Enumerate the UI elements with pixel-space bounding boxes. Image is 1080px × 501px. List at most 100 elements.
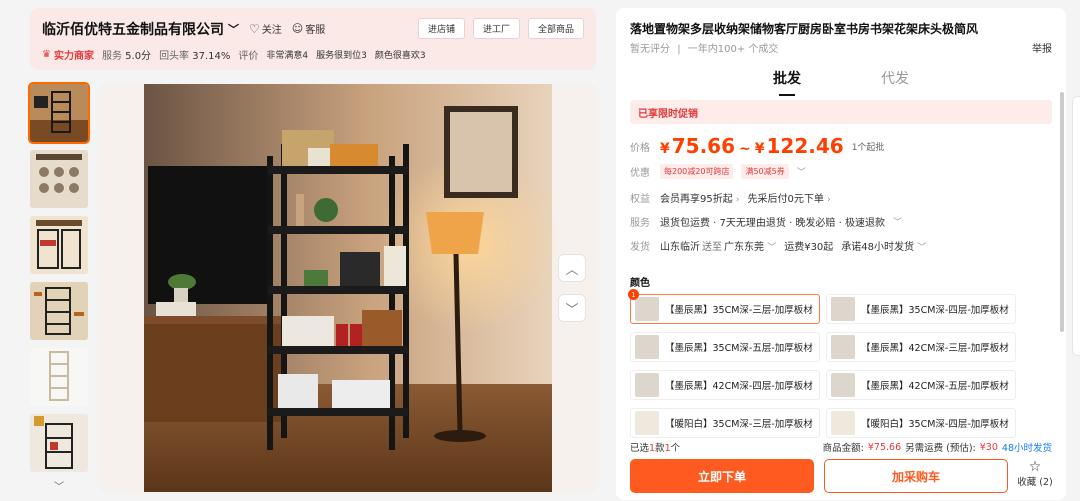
chevron-down-icon: ﹀ <box>228 22 239 36</box>
variant-option[interactable]: 【暖阳白】35CM深-四层-加厚板材 <box>826 408 1016 438</box>
image-prev-button[interactable]: ︿ <box>558 254 586 282</box>
service-text: 退货包运费 · 7天无理由退货 · 晚发必赔 · 极速退款 <box>660 218 885 229</box>
variant-grid: 1 【墨辰黑】35CM深-三层-加厚板材 【墨辰黑】35CM深-四层-加厚板材 … <box>628 289 1016 438</box>
thumbnail-scroll-down-button[interactable]: ﹀ <box>30 478 88 493</box>
service-score: 服务 5.0分 <box>101 51 152 62</box>
crown-icon: ♛ <box>42 49 51 60</box>
ship-promise[interactable]: 承诺48小时发货 ﹀ <box>841 238 926 253</box>
discount-row: 优惠 每200减20可跨店 满50减5券 ﹀ <box>630 164 806 179</box>
follow-button[interactable]: ♡ 关注 <box>249 21 282 37</box>
variant-thumbnail <box>635 411 659 435</box>
chevron-right-icon: › <box>827 195 831 205</box>
enter-factory-button[interactable]: 进工厂 <box>472 18 520 39</box>
selected-summary: 已选1款1个 <box>630 443 681 454</box>
variant-thumbnail <box>635 373 659 397</box>
follow-label: 关注 <box>261 25 282 36</box>
service-label: 服务 <box>630 218 650 229</box>
benefit-pay-later[interactable]: 先采后付0元下单 › <box>748 190 831 205</box>
variant-thumbnail <box>831 335 855 359</box>
chevron-right-icon: › <box>735 195 740 205</box>
freight: 运费¥30起 <box>784 242 834 253</box>
discount-label: 优惠 <box>630 168 650 179</box>
star-icon: ☆ <box>1028 459 1042 475</box>
variant-option[interactable]: 【墨辰黑】35CM深-五层-加厚板材 <box>630 332 820 362</box>
chevron-down-icon[interactable]: ﹀ <box>893 215 902 228</box>
variant-label: 【墨辰黑】42CM深-三层-加厚板材 <box>861 343 1009 354</box>
favorite-button[interactable]: ☆ 收藏 (2) <box>1016 460 1054 488</box>
freight-value: ¥30 <box>979 441 998 453</box>
variant-label: 【墨辰黑】35CM深-五层-加厚板材 <box>665 343 813 354</box>
chevron-down-icon: ﹀ <box>565 302 579 318</box>
shop-card: 临沂佰优特五金制品有限公司 ﹀ ♡ 关注 ☺ 客服 进店铺 进工厂 全部商品 ♛… <box>30 8 596 70</box>
variant-label: 【墨辰黑】35CM深-四层-加厚板材 <box>861 305 1009 316</box>
variant-label: 【墨辰黑】35CM深-三层-加厚板材 <box>665 305 813 316</box>
heart-plus-icon: ♡ <box>249 21 260 36</box>
strength-merchant-label: 实力商家 <box>53 51 94 62</box>
variant-option[interactable]: 【墨辰黑】42CM深-三层-加厚板材 <box>826 332 1016 362</box>
favorite-count: (2) <box>1039 477 1053 488</box>
color-section-label: 颜色 <box>630 278 650 289</box>
price-low: 75.66 <box>671 134 736 158</box>
variant-label: 【墨辰黑】42CM深-五层-加厚板材 <box>861 381 1009 392</box>
thumbnail-spec-sheet[interactable] <box>30 282 88 340</box>
enter-shop-button[interactable]: 进店铺 <box>417 18 465 39</box>
all-products-button[interactable]: 全部商品 <box>527 18 584 39</box>
buy-now-button[interactable]: 立即下单 <box>630 459 814 493</box>
variant-thumbnail <box>831 411 855 435</box>
variant-option[interactable]: 【暖阳白】35CM深-三层-加厚板材 <box>630 408 820 438</box>
price-row: 价格 ¥75.66 ~ ¥122.46 1个起批 <box>630 134 884 158</box>
tab-dropship[interactable]: 代发 <box>881 68 909 88</box>
shop-name[interactable]: 临沂佰优特五金制品有限公司 ﹀ <box>42 19 239 39</box>
thumbnail-three-tier[interactable] <box>30 414 88 472</box>
variant-thumbnail <box>831 373 855 397</box>
coupon-cross-shop[interactable]: 每200减20可跨店 <box>660 164 734 179</box>
tab-wholesale[interactable]: 批发 <box>773 68 801 88</box>
variant-label: 【暖阳白】35CM深-四层-加厚板材 <box>861 419 1009 430</box>
product-title: 落地置物架多层收纳架储物客厅厨房卧室书房书架花架床头极简风 <box>630 22 979 36</box>
coupon-50-5[interactable]: 满50减5券 <box>741 164 789 179</box>
panel-scrollbar[interactable] <box>1060 92 1064 332</box>
benefits-row: 权益 会员再享95折起 › 先采后付0元下单 › <box>630 190 831 205</box>
price-label: 价格 <box>630 142 650 154</box>
benefit-member[interactable]: 会员再享95折起 › <box>660 190 740 205</box>
thumbnail-white-shelf[interactable] <box>30 348 88 406</box>
customer-service-button[interactable]: ☺ 客服 <box>292 21 325 36</box>
chevron-down-icon[interactable]: ﹀ <box>797 165 806 178</box>
variant-option[interactable]: 【墨辰黑】35CM深-四层-加厚板材 <box>826 294 1016 324</box>
review-tag: 非常满意4 <box>266 51 309 61</box>
variant-label: 【墨辰黑】42CM深-四层-加厚板材 <box>665 381 813 392</box>
sales-text: 一年内100+ 个成交 <box>687 44 779 55</box>
amount-label: 商品金额: <box>822 443 864 454</box>
ship-from: 山东临沂 <box>660 242 700 253</box>
price-high: 122.46 <box>766 134 844 158</box>
promo-banner: 已享限时促销 <box>630 100 1052 124</box>
thumbnail-feature-dots[interactable] <box>30 150 88 208</box>
service-row: 服务 退货包运费 · 7天无理由退货 · 晚发必赔 · 极速退款 ﹀ <box>630 214 902 229</box>
report-link[interactable]: 举报 <box>1032 40 1052 55</box>
product-meta: 暂无评分 | 一年内100+ 个成交 <box>630 44 779 55</box>
freight-label: 另需运费 (预估): <box>905 443 976 454</box>
min-order: 1个起批 <box>851 142 885 153</box>
side-drawer-edge[interactable] <box>1072 96 1080 356</box>
thumbnail-list <box>28 82 90 480</box>
chat-icon: ☺ <box>291 22 304 35</box>
thumbnail-shelf-detail[interactable] <box>30 216 88 274</box>
variant-option[interactable]: 【墨辰黑】42CM深-五层-加厚板材 <box>826 370 1016 400</box>
product-info-panel: 落地置物架多层收纳架储物客厅厨房卧室书房书架花架床头极简风 暂无评分 | 一年内… <box>616 8 1066 500</box>
add-to-cart-button[interactable]: 加采购车 <box>824 459 1008 493</box>
thumbnail-shelf-room[interactable] <box>28 82 90 144</box>
variant-option[interactable]: 1 【墨辰黑】35CM深-三层-加厚板材 <box>628 289 820 324</box>
price-range: ¥75.66 ~ ¥122.46 <box>660 134 844 158</box>
product-page: 临沂佰优特五金制品有限公司 ﹀ ♡ 关注 ☺ 客服 进店铺 进工厂 全部商品 ♛… <box>0 0 1080 501</box>
benefits-label: 权益 <box>630 194 650 205</box>
shop-name-text: 临沂佰优特五金制品有限公司 <box>42 21 224 38</box>
review-label: 评价 <box>238 51 259 62</box>
repeat-rate: 回头率 37.14% <box>159 51 231 62</box>
image-next-button[interactable]: ﹀ <box>558 294 586 322</box>
amount-value: ¥75.66 <box>867 441 902 453</box>
variant-option[interactable]: 【墨辰黑】42CM深-四层-加厚板材 <box>630 370 820 400</box>
strength-merchant-badge: ♛ 实力商家 <box>42 47 94 62</box>
rating-text: 暂无评分 <box>630 44 670 55</box>
ship-to-select[interactable]: 广东东莞 ﹀ <box>724 238 776 253</box>
main-product-image[interactable]: ︿ ﹀ <box>100 84 596 492</box>
